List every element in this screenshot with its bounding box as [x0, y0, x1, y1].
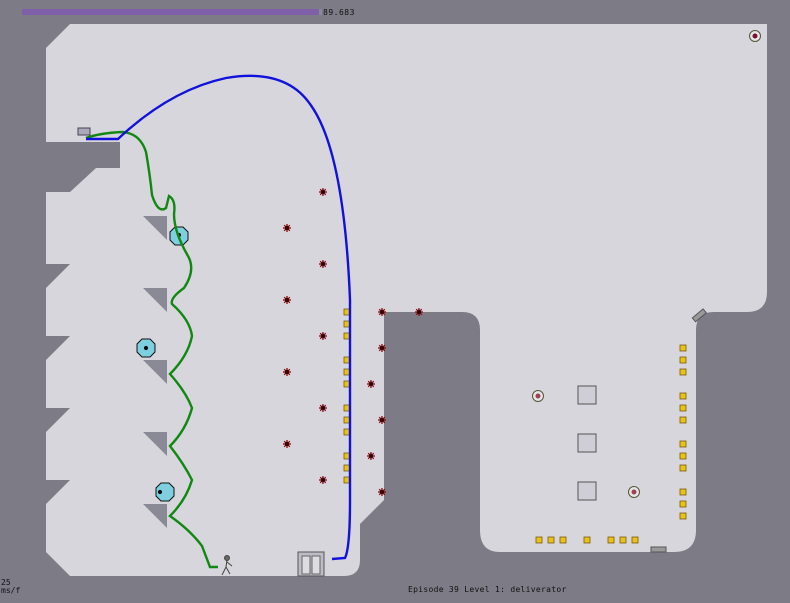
mine	[283, 224, 291, 232]
mine	[283, 368, 291, 376]
gold-piece	[679, 404, 687, 412]
thwump-blocks	[577, 385, 597, 501]
mine	[283, 296, 291, 304]
mine	[319, 260, 327, 268]
mine	[378, 344, 386, 352]
time-remaining: 89.683	[323, 8, 355, 17]
frame-timing: 25 ms/f	[1, 579, 20, 595]
gold-piece	[607, 536, 615, 544]
gold-piece	[679, 356, 687, 364]
exit-switch	[77, 127, 91, 136]
gold-piece	[679, 392, 687, 400]
gold-piece	[679, 512, 687, 520]
frame-time-unit: ms/f	[1, 586, 21, 595]
mine	[415, 308, 423, 316]
drone	[136, 338, 156, 358]
level-title: Episode 39 Level 1: deliverator	[408, 585, 567, 594]
mine	[319, 476, 327, 484]
turret	[749, 30, 761, 42]
mine	[319, 332, 327, 340]
mine	[378, 416, 386, 424]
gold-piece	[679, 440, 687, 448]
mine	[378, 308, 386, 316]
mine	[378, 488, 386, 496]
mine	[283, 440, 291, 448]
gold-piece	[679, 368, 687, 376]
gold-piece	[679, 488, 687, 496]
gold-piece	[619, 536, 627, 544]
mine	[367, 380, 375, 388]
gold-piece	[535, 536, 543, 544]
game-stage: 89.683 25 ms/f Episode 39 Level 1: deliv…	[0, 0, 790, 599]
floor-plate	[650, 546, 667, 553]
time-bar-fill	[22, 9, 319, 15]
gold-piece	[583, 536, 591, 544]
gold-piece	[679, 416, 687, 424]
exit-door	[297, 551, 325, 577]
gold-piece	[679, 464, 687, 472]
gold-piece	[679, 452, 687, 460]
level-floor	[46, 24, 767, 576]
gold-piece	[679, 500, 687, 508]
mine	[319, 188, 327, 196]
mine	[367, 452, 375, 460]
gold-piece	[547, 536, 555, 544]
turret	[628, 486, 640, 498]
mine	[319, 404, 327, 412]
time-bar	[22, 9, 322, 15]
gold-piece	[631, 536, 639, 544]
turret	[532, 390, 544, 402]
gold-piece	[559, 536, 567, 544]
gold-piece	[679, 344, 687, 352]
drone	[155, 482, 175, 502]
level-canvas	[46, 24, 767, 577]
